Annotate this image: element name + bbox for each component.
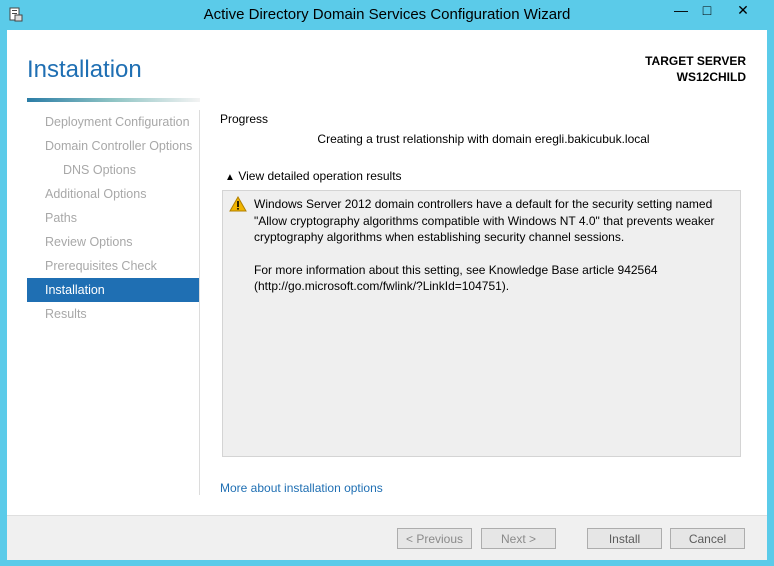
- title-bar[interactable]: Active Directory Domain Services Configu…: [0, 0, 774, 30]
- accent-bar: [27, 98, 200, 102]
- target-server-name: WS12CHILD: [676, 70, 746, 84]
- window-title: Active Directory Domain Services Configu…: [203, 6, 571, 23]
- next-button[interactable]: Next >: [481, 528, 556, 549]
- page-title: Installation: [27, 56, 142, 83]
- progress-label: Progress: [220, 112, 269, 126]
- minimize-button[interactable]: —: [668, 0, 694, 21]
- nav-item-additional-options[interactable]: Additional Options: [27, 182, 199, 206]
- nav-item-domain-controller-options[interactable]: Domain Controller Options: [27, 134, 199, 158]
- progress-status: Creating a trust relationship with domai…: [317, 132, 650, 146]
- caret-up-icon: ▲: [225, 172, 235, 183]
- nav-item-prerequisites-check[interactable]: Prerequisites Check: [27, 254, 199, 278]
- nav-item-paths[interactable]: Paths: [27, 206, 199, 230]
- wizard-body: Installation TARGET SERVER WS12CHILD Dep…: [7, 30, 767, 560]
- results-paragraph-1: Windows Server 2012 domain controllers h…: [254, 197, 715, 244]
- wizard-footer: < Previous Next > Install Cancel: [7, 515, 767, 560]
- close-button[interactable]: ✕: [720, 0, 766, 21]
- nav-item-results[interactable]: Results: [27, 302, 199, 326]
- nav-item-deployment-configuration[interactable]: Deployment Configuration: [27, 110, 199, 134]
- target-server-label: TARGET SERVER: [645, 54, 746, 68]
- wizard-window: Active Directory Domain Services Configu…: [0, 0, 774, 566]
- cancel-button[interactable]: Cancel: [670, 528, 745, 549]
- view-details-label: View detailed operation results: [238, 169, 402, 183]
- view-details-toggle[interactable]: ▲ View detailed operation results: [225, 169, 402, 183]
- more-about-installation-link[interactable]: More about installation options: [220, 481, 383, 495]
- operation-results-box[interactable]: Windows Server 2012 domain controllers h…: [222, 190, 741, 457]
- maximize-button[interactable]: □: [694, 0, 720, 21]
- install-button[interactable]: Install: [587, 528, 662, 549]
- wizard-nav: Deployment Configuration Domain Controll…: [27, 110, 199, 326]
- nav-divider: [199, 110, 200, 495]
- previous-button[interactable]: < Previous: [397, 528, 472, 549]
- warning-icon: [229, 196, 247, 212]
- nav-item-dns-options[interactable]: DNS Options: [27, 158, 199, 182]
- results-paragraph-2: For more information about this setting,…: [254, 262, 658, 294]
- results-text: Windows Server 2012 domain controllers h…: [254, 196, 724, 311]
- nav-item-installation[interactable]: Installation: [27, 278, 199, 302]
- nav-item-review-options[interactable]: Review Options: [27, 230, 199, 254]
